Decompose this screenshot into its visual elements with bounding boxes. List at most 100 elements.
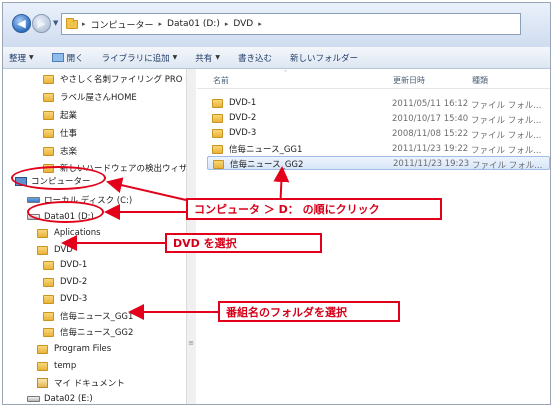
- file-row[interactable]: 信毎ニュース_GG1 2011/11/23 19:22 ファイル フォル...: [207, 142, 550, 156]
- file-name: 信毎ニュース_GG1: [212, 143, 302, 155]
- breadcrumb-data01[interactable]: Data01 (D:): [167, 19, 220, 29]
- breadcrumb-separator-icon[interactable]: ▸: [159, 20, 163, 28]
- tree-label: temp: [54, 361, 77, 371]
- file-type: ファイル フォル...: [471, 116, 542, 126]
- tree-item[interactable]: マイ ドキュメント: [37, 375, 125, 391]
- tree-label: Data02 (E:): [44, 394, 93, 404]
- tree-item[interactable]: 仕事: [43, 125, 77, 141]
- callout-text: コンピュータ ＞ D： の順にクリック: [194, 203, 380, 216]
- chevron-down-icon: ▼: [29, 54, 34, 61]
- tree-item-dvd[interactable]: DVD: [37, 242, 73, 258]
- add-to-library-button[interactable]: ライブラリに追加 ▼: [102, 52, 178, 64]
- organize-button[interactable]: 整理 ▼: [9, 52, 34, 64]
- documents-icon: [37, 378, 48, 388]
- file-type: ファイル フォル...: [471, 146, 542, 156]
- sort-indicator-icon: ˄: [284, 70, 287, 77]
- tree-label: 信毎ニュース_GG1: [60, 312, 134, 322]
- file-type: ファイル フォル...: [472, 161, 543, 171]
- burn-button[interactable]: 書き込む: [238, 52, 272, 64]
- tree-item[interactable]: Program Files: [37, 341, 111, 357]
- breadcrumb-separator-icon[interactable]: ▸: [82, 20, 86, 28]
- computer-highlight-oval: [11, 166, 106, 190]
- breadcrumb-dvd[interactable]: DVD: [233, 19, 253, 29]
- tree-item-gg2[interactable]: 信毎ニュース_GG2: [43, 324, 133, 340]
- folder-icon: [43, 294, 54, 304]
- folder-icon: [213, 159, 224, 169]
- new-folder-button[interactable]: 新しいフォルダー: [290, 52, 358, 64]
- tree-item[interactable]: 起業: [43, 107, 77, 123]
- open-button[interactable]: 開く: [51, 52, 84, 64]
- file-type: ファイル フォル...: [471, 101, 542, 111]
- tree-label: 仕事: [60, 129, 78, 139]
- file-row[interactable]: DVD-2 2010/10/17 15:40 ファイル フォル...: [207, 112, 550, 126]
- folder-icon: [43, 74, 54, 84]
- folder-icon: [212, 113, 223, 123]
- new-folder-label: 新しいフォルダー: [289, 53, 358, 64]
- instruction-callout-dvd: DVD を選択: [165, 233, 322, 253]
- file-name-text: 信毎ニュース_GG2: [230, 160, 304, 170]
- column-name[interactable]: 名前: [213, 75, 229, 86]
- scrollbar-grip-icon[interactable]: ≡: [187, 339, 195, 347]
- file-row-selected[interactable]: 信毎ニュース_GG2 2011/11/23 19:23 ファイル フォル...: [207, 156, 550, 171]
- tree-label: DVD-3: [60, 294, 88, 304]
- file-name: DVD-3: [212, 128, 256, 138]
- address-box[interactable]: ▸ コンピューター ▸ Data01 (D:) ▸ DVD ▸: [61, 13, 521, 35]
- tree-label: 起業: [60, 111, 78, 121]
- folder-icon: [37, 228, 48, 238]
- file-date: 2008/11/08 15:22: [392, 129, 469, 139]
- breadcrumb-computer[interactable]: コンピューター: [91, 18, 154, 31]
- file-name-text: DVD-2: [229, 113, 257, 123]
- folder-icon: [212, 98, 223, 108]
- file-date: 2011/11/23 19:22: [392, 144, 469, 154]
- tree-item-gg1[interactable]: 信毎ニュース_GG1: [43, 308, 133, 324]
- file-row[interactable]: DVD-3 2008/11/08 15:22 ファイル フォル...: [207, 127, 550, 141]
- tree-item[interactable]: DVD-1: [43, 257, 87, 273]
- file-row[interactable]: DVD-1 2011/05/11 16:12 ファイル フォル...: [207, 97, 550, 111]
- tree-label: DVD: [54, 245, 73, 255]
- tree-label: 志楽: [60, 147, 78, 157]
- file-date: 2010/10/17 15:40: [392, 114, 469, 124]
- drive-d-highlight-oval: [27, 201, 104, 223]
- forward-button[interactable]: ▶: [32, 14, 51, 33]
- tree-label: DVD-1: [60, 260, 88, 270]
- file-name-text: DVD-3: [229, 128, 257, 138]
- tree-item[interactable]: DVD-3: [43, 291, 87, 307]
- drive-icon: [27, 396, 40, 402]
- breadcrumb-separator-icon[interactable]: ▸: [258, 20, 262, 28]
- folder-icon: [37, 344, 48, 354]
- folder-icon: [43, 92, 54, 102]
- tree-label: やさしく名刺ファイリング PRO Ⅰ: [60, 75, 188, 85]
- file-date: 2011/05/11 16:12: [392, 99, 469, 109]
- folder-icon: [37, 245, 48, 255]
- tree-item[interactable]: やさしく名刺ファイリング PRO Ⅰ: [43, 71, 188, 87]
- folder-icon: [43, 327, 54, 337]
- recent-pages-chevron-icon[interactable]: ▼: [53, 19, 58, 27]
- tree-item[interactable]: 志楽: [43, 143, 77, 159]
- column-date[interactable]: 更新日時: [393, 75, 425, 86]
- library-label: ライブラリに追加: [101, 53, 170, 64]
- tree-label: ラベル屋さんHOME: [60, 93, 137, 103]
- share-button[interactable]: 共有 ▼: [195, 52, 220, 64]
- file-name-text: DVD-1: [229, 98, 257, 108]
- open-label: 開く: [66, 53, 84, 64]
- file-name-text: 信毎ニュース_GG1: [229, 145, 303, 155]
- tree-item[interactable]: DVD-2: [43, 274, 87, 290]
- column-type[interactable]: 種類: [472, 75, 488, 86]
- drive-icon: [27, 197, 40, 203]
- folder-icon: [43, 260, 54, 270]
- column-header: 名前 ˄ 更新日時 種類: [197, 69, 550, 89]
- file-date: 2011/11/23 19:23: [393, 159, 470, 169]
- folder-icon: [66, 17, 78, 29]
- tree-item[interactable]: Aplications: [37, 225, 101, 241]
- back-button[interactable]: ◀: [12, 14, 31, 33]
- folder-icon: [43, 128, 54, 138]
- tree-item-drive-e[interactable]: Data02 (E:): [27, 391, 93, 404]
- callout-text: DVD を選択: [173, 237, 237, 250]
- tree-item[interactable]: ラベル屋さんHOME: [43, 89, 137, 105]
- file-type: ファイル フォル...: [471, 131, 542, 141]
- folder-icon: [43, 146, 54, 156]
- breadcrumb-separator-icon[interactable]: ▸: [225, 20, 229, 28]
- tree-item[interactable]: temp: [37, 358, 76, 374]
- folder-icon: [43, 311, 54, 321]
- tree-label: マイ ドキュメント: [54, 379, 125, 389]
